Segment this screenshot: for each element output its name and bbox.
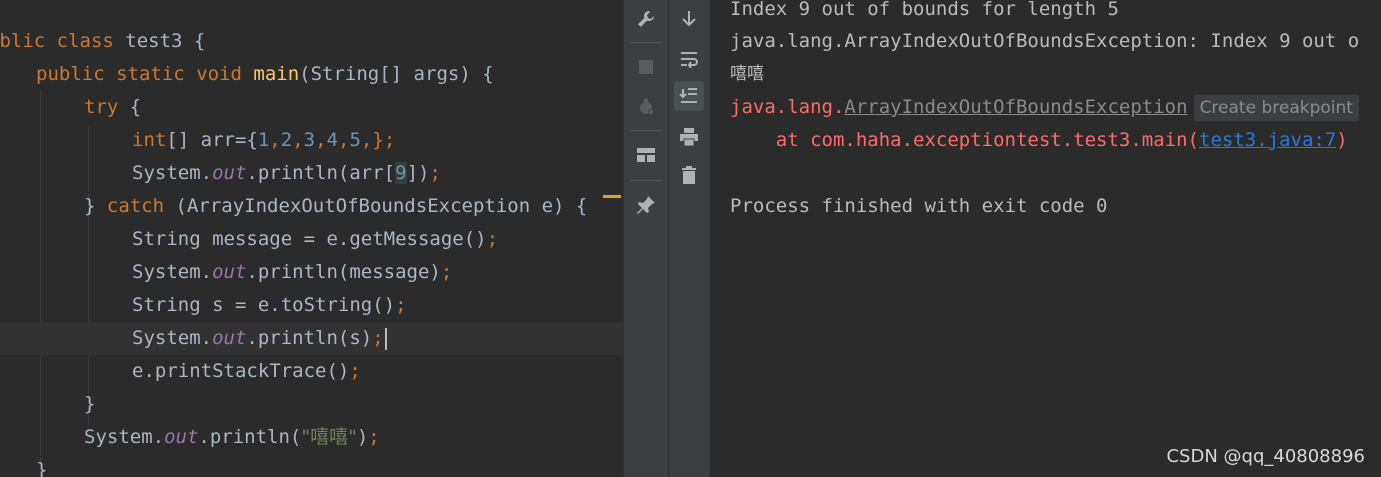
pin-icon[interactable] — [631, 190, 661, 220]
source-location-link[interactable]: test3.java:7 — [1199, 129, 1336, 151]
run-toolbar — [623, 0, 668, 477]
text-caret — [384, 327, 387, 350]
code-line: } — [84, 393, 96, 415]
toolbar-divider — [630, 180, 662, 181]
code-line: System.out.println(message); — [132, 261, 453, 283]
console-line: 嘻嘻 — [730, 64, 764, 84]
code-line: System.out.println("嘻嘻"); — [84, 426, 380, 448]
console-toolbar — [668, 0, 711, 477]
toolbar-divider — [630, 42, 662, 43]
toolbar-divider — [630, 130, 662, 131]
indent-guide — [40, 90, 41, 477]
code-line: ublic class test3 { — [0, 30, 206, 52]
console-line: Process finished with exit code 0 — [730, 195, 1108, 217]
watermark: CSDN @qq_40808896 — [1166, 446, 1365, 467]
wrench-icon[interactable] — [631, 4, 661, 34]
code-line: String message = e.getMessage(); — [132, 228, 499, 250]
stop-icon[interactable] — [631, 52, 661, 82]
code-line: try { — [84, 96, 142, 118]
code-line: e.printStackTrace(); — [132, 360, 361, 382]
console-line: Index 9 out of bounds for length 5 — [730, 0, 1119, 20]
layout-icon[interactable] — [631, 140, 661, 170]
print-icon[interactable] — [674, 122, 704, 152]
create-breakpoint-hint[interactable]: Create breakpoint — [1193, 94, 1359, 121]
code-line: public static void main(String[] args) { — [36, 63, 494, 85]
console-stacktrace-line: at com.haha.exceptiontest.test3.main(tes… — [730, 129, 1348, 151]
code-line: System.out.println(arr[9]); — [132, 162, 441, 184]
soft-wrap-icon[interactable] — [674, 44, 704, 74]
ide-window: ublic class test3 { public static void m… — [0, 0, 1381, 477]
current-code-line: System.out.println(s); — [0, 322, 623, 355]
code-editor[interactable]: ublic class test3 { public static void m… — [0, 0, 623, 477]
scroll-to-end-icon[interactable] — [674, 81, 704, 111]
trash-icon[interactable] — [674, 160, 704, 190]
code-line: } — [36, 459, 48, 477]
console-error-line: java.lang.ArrayIndexOutOfBoundsException… — [730, 91, 1359, 124]
code-line: } catch (ArrayIndexOutOfBoundsException … — [84, 195, 588, 217]
code-line: String s = e.toString(); — [132, 294, 407, 316]
console-line: java.lang.ArrayIndexOutOfBoundsException… — [730, 30, 1360, 52]
debug-icon[interactable] — [631, 92, 661, 122]
exception-link[interactable]: ArrayIndexOutOfBoundsException — [844, 96, 1187, 118]
code-line: int[] arr={1,2,3,4,5,}; — [132, 129, 396, 151]
indent-guide — [88, 225, 89, 397]
fold-marker[interactable] — [603, 195, 621, 198]
scroll-down-icon[interactable] — [674, 4, 704, 34]
run-console[interactable]: Index 9 out of bounds for length 5 java.… — [710, 0, 1381, 477]
